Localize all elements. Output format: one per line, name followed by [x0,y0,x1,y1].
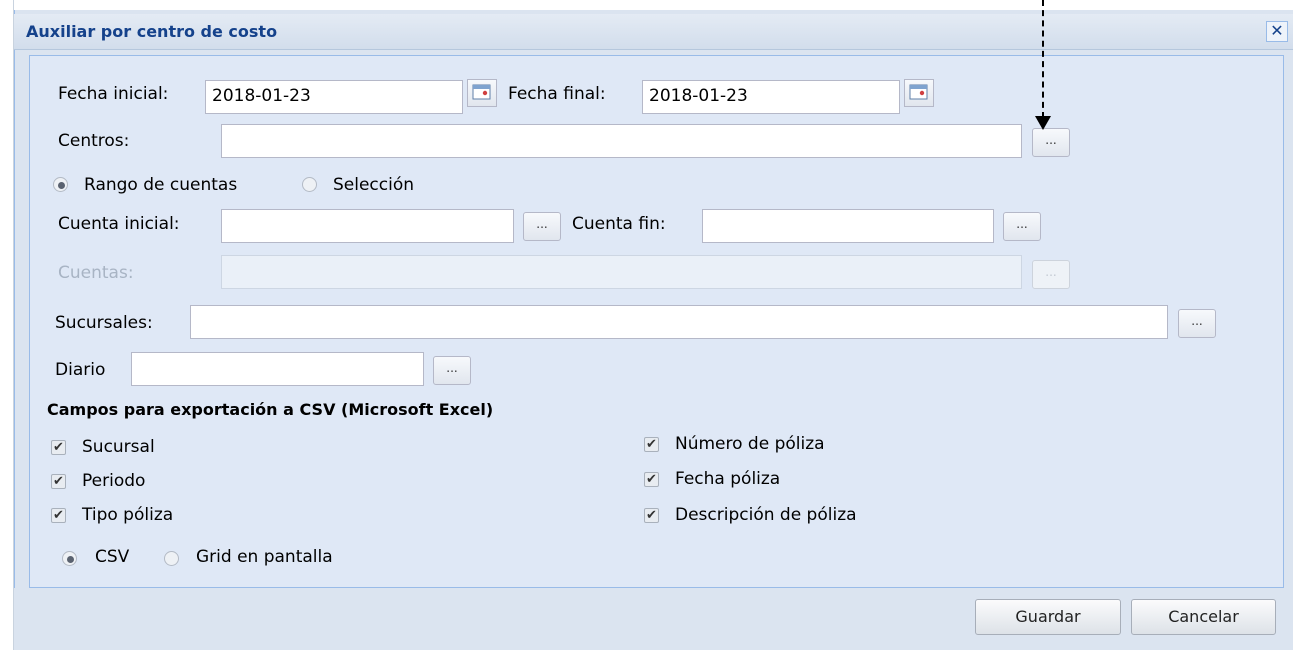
cuentas-label: Cuentas: [58,263,134,283]
fecha-final-input[interactable]: 2018-01-23 [642,80,900,114]
periodo-checkbox-label: Periodo [82,471,146,491]
descripcion-poliza-checkbox-label: Descripción de póliza [675,505,857,525]
background-app-edge [0,0,14,650]
diario-browse-button[interactable]: ... [433,356,471,385]
sucursal-checkbox[interactable]: ✔ [51,440,66,455]
descripcion-poliza-checkbox[interactable]: ✔ [644,508,659,523]
tipo-poliza-checkbox-label: Tipo póliza [82,505,174,525]
sucursales-label: Sucursales: [55,313,153,333]
calendar-icon-glyph [909,84,928,100]
annotation-arrowhead [1035,116,1051,130]
background-top-edge [14,0,1293,10]
csv-output-radio[interactable] [62,551,77,566]
close-icon[interactable]: ✕ [1266,21,1288,42]
calendar-icon[interactable] [467,79,497,107]
periodo-checkbox[interactable]: ✔ [51,474,66,489]
sucursal-checkbox-label: Sucursal [82,437,155,457]
centros-input[interactable] [221,124,1022,158]
cuenta-inicial-browse-button[interactable]: ... [523,212,561,241]
csv-output-label: CSV [95,547,130,567]
numero-poliza-checkbox[interactable]: ✔ [644,437,659,452]
rango-cuentas-radio[interactable] [53,177,68,192]
diario-input[interactable] [131,352,424,386]
fecha-inicial-input[interactable]: 2018-01-23 [205,80,463,114]
calendar-icon-glyph [472,84,491,100]
cuentas-browse-button: ... [1032,260,1070,289]
fecha-poliza-checkbox-label: Fecha póliza [675,469,781,489]
cuenta-fin-label: Cuenta fin: [572,214,666,234]
centros-browse-button[interactable]: ... [1032,128,1070,157]
tipo-poliza-checkbox[interactable]: ✔ [51,508,66,523]
seleccion-label: Selección [333,175,415,195]
fecha-inicial-label: Fecha inicial: [58,84,169,104]
fecha-final-label: Fecha final: [508,84,606,104]
cuenta-inicial-input[interactable] [221,209,514,243]
sucursales-browse-button[interactable]: ... [1178,309,1216,338]
save-button[interactable]: Guardar [975,599,1121,635]
cancel-button[interactable]: Cancelar [1131,599,1276,635]
grid-output-radio[interactable] [164,551,179,566]
numero-poliza-checkbox-label: Número de póliza [675,434,825,454]
cuenta-fin-browse-button[interactable]: ... [1003,212,1041,241]
cuenta-inicial-label: Cuenta inicial: [58,214,180,234]
annotation-dashed-line [1042,0,1044,118]
centros-label: Centros: [58,131,130,151]
fecha-poliza-checkbox[interactable]: ✔ [644,472,659,487]
cuenta-fin-input[interactable] [702,209,994,243]
calendar-icon[interactable] [904,79,934,107]
rango-cuentas-label: Rango de cuentas [84,175,238,195]
seleccion-radio[interactable] [302,177,317,192]
csv-fields-heading: Campos para exportación a CSV (Microsoft… [47,400,494,419]
diario-label: Diario [55,360,106,380]
cuentas-input [221,255,1022,289]
sucursales-input[interactable] [190,305,1168,339]
dialog-title: Auxiliar por centro de costo [26,22,278,41]
grid-output-label: Grid en pantalla [196,547,333,567]
